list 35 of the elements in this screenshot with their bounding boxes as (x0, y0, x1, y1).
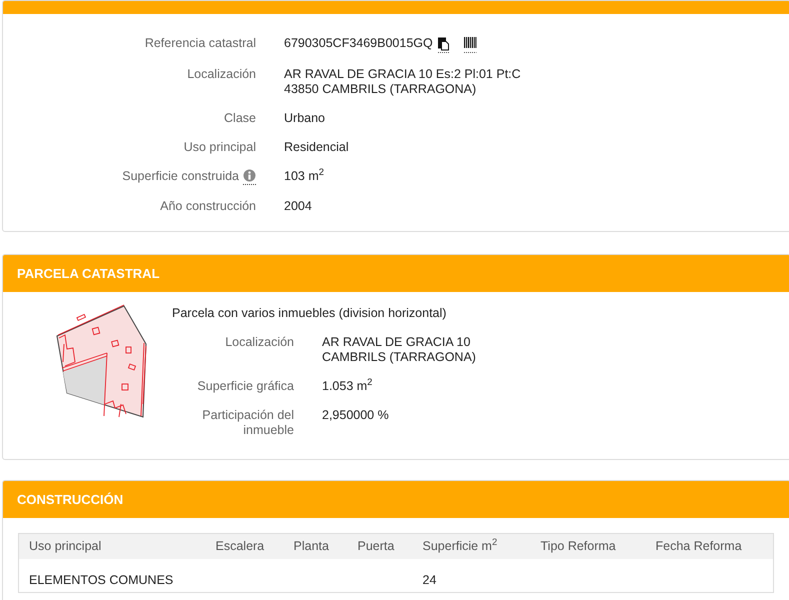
field-label: Localización (224, 335, 294, 351)
field-label: Superficie construida (122, 169, 239, 184)
field-value: 2004 (284, 199, 312, 214)
field-value: 1.053 m$^{2}$ (322, 379, 374, 394)
barcode-icon[interactable] (462, 37, 477, 53)
section-title: CONSTRUCCIÓN (17, 490, 124, 509)
field-value: Residencial (284, 140, 349, 155)
field-label: Uso principal (184, 140, 256, 155)
field-value: AR RAVAL DE GRACIA 10 Es:2 Pl:01 Pt:C (284, 67, 521, 82)
table-header-cell: Escalera (206, 534, 284, 558)
field-value: 43850 CAMBRILS (TARRAGONA) (284, 82, 478, 97)
field-value: 6790305CF3469B0015GQ (284, 36, 433, 51)
field-label: Año construcción (160, 199, 256, 214)
table-header-cell: Planta (284, 534, 348, 558)
parcel-description: Parcela con varios inmuebles (division horizontal) (172, 306, 448, 321)
field-label: Participación del inmueble (201, 408, 294, 438)
table-header-cell: Tipo Reforma (530, 534, 646, 558)
table-header-cell: Fecha Reforma (646, 534, 774, 558)
table-header-cell: Uso principal (18, 534, 206, 558)
info-icon[interactable] (243, 169, 256, 185)
field-label: Superficie gráfica (196, 379, 294, 394)
copy-icon[interactable] (436, 37, 450, 53)
field-value: 2,950000 % (322, 408, 390, 423)
field-value: AR RAVAL DE GRACIA 10 (322, 335, 472, 350)
table-cell: ELEMENTOS COMUNES (18, 558, 206, 592)
table-header-cell: Superficie m$^{2}$ (412, 534, 530, 558)
field-value: CAMBRILS (TARRAGONA) (322, 350, 476, 365)
table-header-cell: Puerta (348, 534, 412, 558)
field-label: Referencia catastral (144, 36, 256, 51)
field-label: Clase (224, 111, 256, 126)
table-cell: 24 (412, 558, 530, 592)
field-label: Localización (187, 67, 256, 82)
field-value: Urbano (284, 111, 325, 126)
field-value: 103 m$^{2}$ (284, 169, 324, 184)
section-title: PARCELA CATASTRAL (17, 264, 160, 283)
